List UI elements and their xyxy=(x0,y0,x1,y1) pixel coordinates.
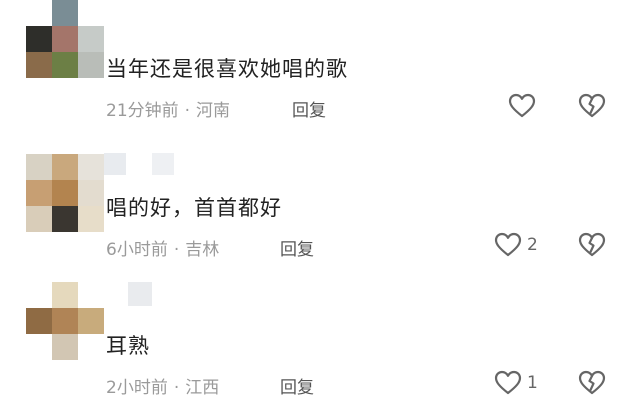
comment-item: 当年还是很喜欢她唱的歌 21分钟前 · 河南 回复 xyxy=(0,0,640,140)
username-placeholder[interactable] xyxy=(152,153,174,175)
comment-time: 2小时前 xyxy=(106,378,168,398)
comment-meta: 21分钟前 · 河南 xyxy=(106,96,230,121)
avatar[interactable] xyxy=(26,0,104,78)
comment-item: 耳熟 2小时前 · 江西 回复 1 xyxy=(0,280,640,420)
like-button[interactable] xyxy=(494,232,522,258)
meta-separator: · xyxy=(173,378,180,398)
meta-separator: · xyxy=(184,101,191,121)
username-placeholder[interactable] xyxy=(104,153,126,175)
reply-button[interactable]: 回复 xyxy=(280,235,314,260)
comment-text: 当年还是很喜欢她唱的歌 xyxy=(106,57,348,81)
broken-heart-icon xyxy=(578,370,606,395)
broken-heart-icon xyxy=(578,93,606,118)
avatar[interactable] xyxy=(26,282,104,360)
reply-button[interactable]: 回复 xyxy=(280,373,314,398)
comment-meta: 6小时前 · 吉林 xyxy=(106,235,219,260)
like-button[interactable] xyxy=(494,370,522,396)
comment-text: 耳熟 xyxy=(106,334,150,358)
comment-text: 唱的好，首首都好 xyxy=(106,196,282,220)
broken-heart-icon xyxy=(578,232,606,257)
comment-time: 6小时前 xyxy=(106,240,168,260)
comment-item: 唱的好，首首都好 6小时前 · 吉林 回复 2 xyxy=(0,140,640,280)
comment-location: 河南 xyxy=(196,101,231,121)
username-placeholder[interactable] xyxy=(128,282,152,306)
heart-outline-icon xyxy=(508,93,536,118)
dislike-button[interactable] xyxy=(578,232,606,258)
heart-outline-icon xyxy=(494,232,522,257)
like-count: 1 xyxy=(527,373,538,393)
comment-location: 吉林 xyxy=(185,240,220,260)
reply-button[interactable]: 回复 xyxy=(292,96,326,121)
dislike-button[interactable] xyxy=(578,370,606,396)
like-button[interactable] xyxy=(508,93,536,119)
comment-meta: 2小时前 · 江西 xyxy=(106,373,219,398)
meta-separator: · xyxy=(173,240,180,260)
heart-outline-icon xyxy=(494,370,522,395)
like-count: 2 xyxy=(527,235,538,255)
dislike-button[interactable] xyxy=(578,93,606,119)
comment-location: 江西 xyxy=(185,378,220,398)
comment-time: 21分钟前 xyxy=(106,101,179,121)
avatar[interactable] xyxy=(26,154,104,232)
